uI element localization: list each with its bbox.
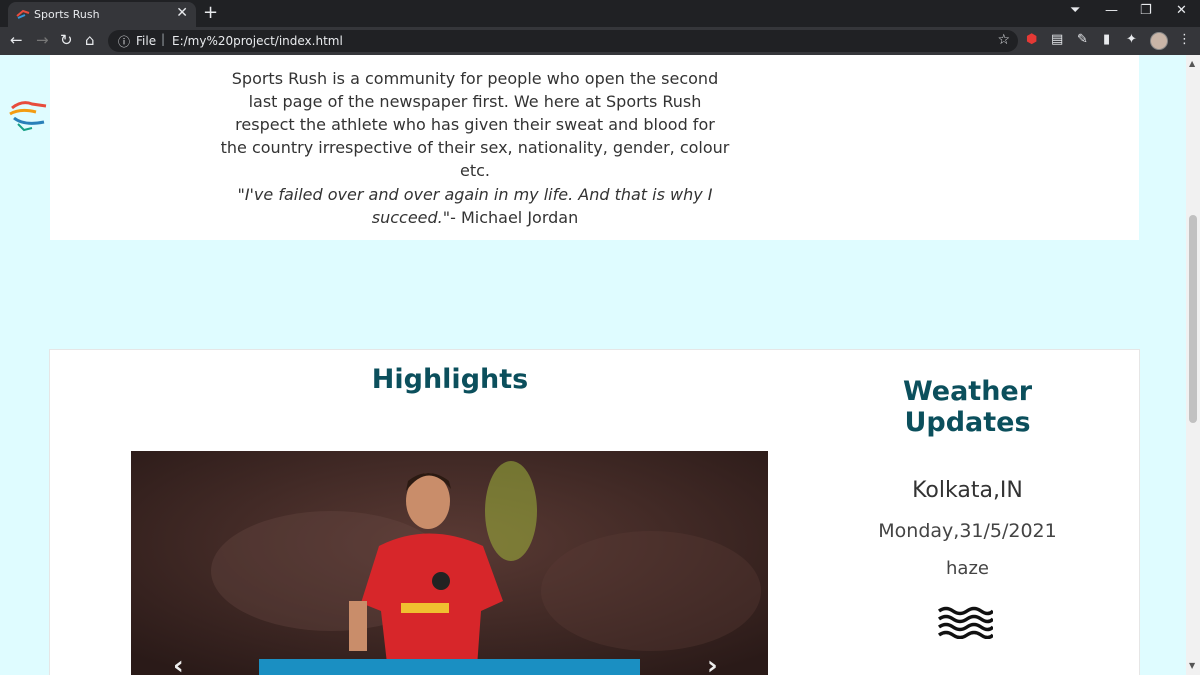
about-paragraph: Sports Rush is a community for people wh…: [220, 69, 730, 180]
about-card: Sports Rush is a community for people wh…: [50, 55, 1139, 240]
highlights-carousel[interactable]: ‹ ›: [131, 451, 768, 675]
carousel-next-icon[interactable]: ›: [707, 651, 718, 675]
bookmark-star-icon[interactable]: ☆: [997, 32, 1010, 48]
tab-title: Sports Rush: [34, 8, 100, 21]
scroll-up-icon[interactable]: ▲: [1189, 59, 1195, 68]
address-bar[interactable]: ⓘ File | E:/my%20project/index.html ☆: [108, 30, 1018, 52]
weather-city: Kolkata,IN: [912, 478, 1023, 503]
weather-date: Monday,31/5/2021: [878, 520, 1057, 542]
profile-menu-icon[interactable]: ⏷: [1070, 3, 1080, 18]
info-icon[interactable]: ⓘ: [118, 33, 130, 50]
highlights-title: Highlights: [371, 364, 529, 395]
tab-close-icon[interactable]: ✕: [176, 5, 188, 21]
url-text[interactable]: E:/my%20project/index.html: [172, 34, 343, 48]
extensions-puzzle-icon[interactable]: ✦: [1126, 32, 1137, 47]
reload-icon[interactable]: ↻: [60, 31, 73, 49]
sports-rush-logo-icon: [9, 101, 47, 132]
window-close-icon[interactable]: ✕: [1176, 3, 1187, 18]
haze-icon: [937, 606, 993, 639]
quote-block: "I've failed over and over again in my l…: [220, 183, 730, 229]
new-tab-button[interactable]: +: [203, 2, 218, 23]
weather-condition: haze: [946, 558, 989, 579]
page-scrollbar[interactable]: ▲ ▼: [1186, 55, 1200, 675]
restore-icon[interactable]: ❐: [1140, 3, 1152, 18]
forward-icon[interactable]: →: [36, 31, 49, 49]
carousel-slide-image: [131, 451, 768, 675]
highlights-weather-card: Highlights Weather Updates ‹ › Kolkata,I…: [49, 349, 1140, 675]
weather-title: Weather Updates: [902, 376, 1033, 438]
site-favicon-icon: [16, 9, 30, 19]
quote-author: - Michael Jordan: [450, 208, 579, 227]
carousel-prev-icon[interactable]: ‹: [173, 651, 184, 675]
extension-adblock-icon[interactable]: ⬢: [1026, 32, 1037, 47]
page-viewport: Sports Rush is a community for people wh…: [0, 55, 1186, 675]
extension-copy-icon[interactable]: ▤: [1051, 32, 1063, 47]
minimize-icon[interactable]: —: [1105, 3, 1118, 18]
browser-tab[interactable]: Sports Rush ✕: [8, 2, 196, 27]
scrollbar-thumb[interactable]: [1189, 215, 1197, 423]
profile-avatar[interactable]: [1150, 32, 1168, 50]
browser-tab-bar: Sports Rush ✕ + ⏷ — ❐ ✕: [0, 0, 1200, 27]
browser-toolbar: ← → ↻ ⌂ ⓘ File | E:/my%20project/index.h…: [0, 27, 1200, 55]
extension-pen-icon[interactable]: ✎: [1077, 32, 1088, 47]
browser-menu-icon[interactable]: ⋮: [1178, 32, 1191, 47]
carousel-caption-bar: [259, 659, 640, 675]
back-icon[interactable]: ←: [10, 31, 23, 49]
home-icon[interactable]: ⌂: [85, 31, 95, 49]
extension-mic-icon[interactable]: ▮: [1103, 32, 1110, 47]
omnibox-separator: |: [161, 32, 166, 46]
scroll-down-icon[interactable]: ▼: [1189, 661, 1195, 670]
scheme-label: File: [136, 34, 157, 48]
